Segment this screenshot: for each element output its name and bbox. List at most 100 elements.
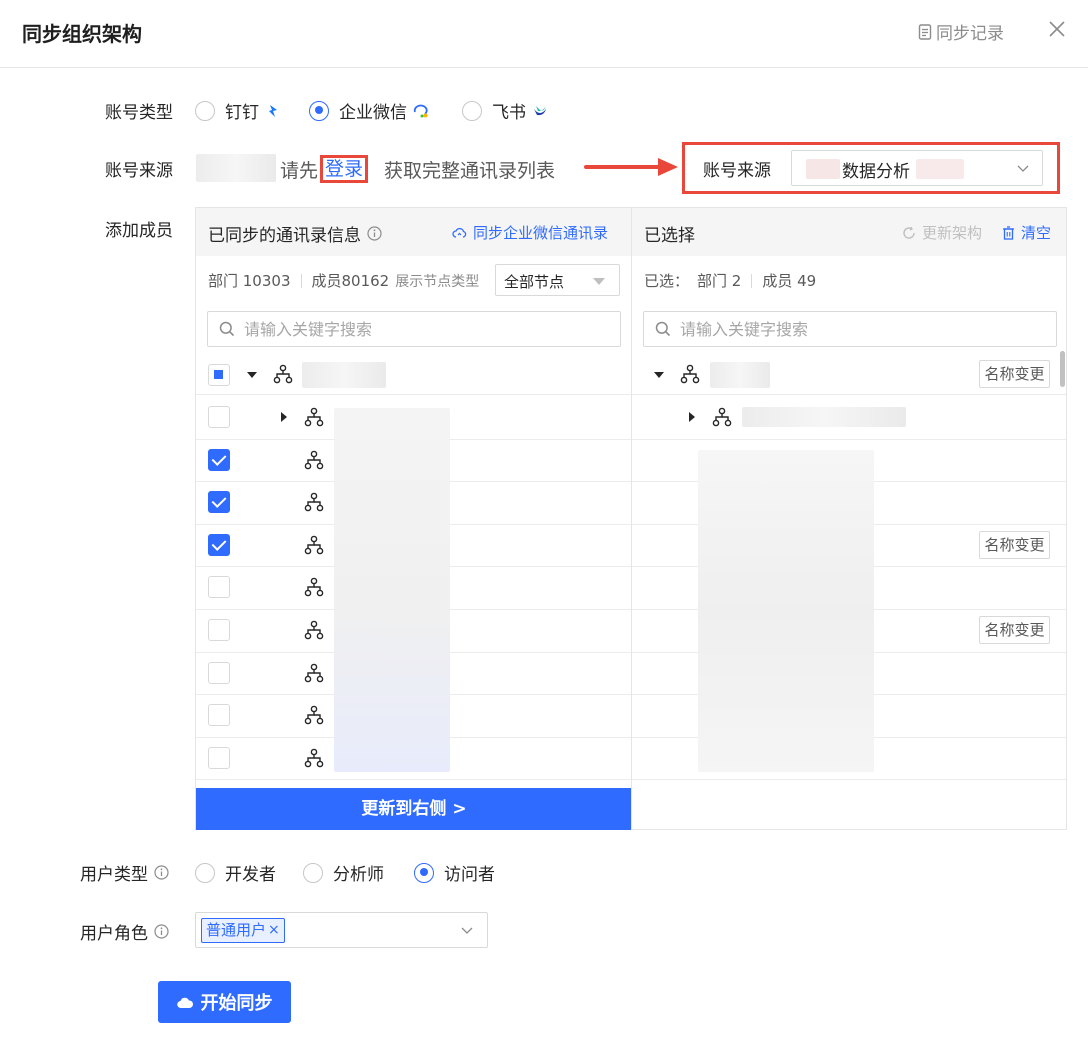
synced-contacts-panel: 已同步的通讯录信息 同步企业微信通讯录 部门 10303 成员80162 展示节… xyxy=(195,207,632,830)
login-link[interactable]: 登录 xyxy=(320,155,369,183)
left-search xyxy=(207,311,621,347)
member-checkbox[interactable] xyxy=(208,406,230,428)
right-search xyxy=(643,311,1057,347)
sync-wecom-contacts-button[interactable]: 同步企业微信通讯录 xyxy=(452,222,608,243)
member-checkbox[interactable] xyxy=(208,576,230,599)
org-icon xyxy=(304,748,324,768)
panel-title-text: 已选择 xyxy=(644,226,695,246)
org-icon xyxy=(304,620,324,640)
right-search-input[interactable] xyxy=(680,312,1040,346)
user-role-label-text: 用户角色 xyxy=(80,924,148,944)
left-stats: 部门 10303 成员80162 展示节点类型 xyxy=(208,270,479,291)
radio-developer[interactable]: 开发者 xyxy=(195,860,276,885)
radio-label: 分析师 xyxy=(333,865,384,885)
update-to-right-button[interactable]: 更新到右侧 > xyxy=(196,788,632,830)
member-checkbox[interactable] xyxy=(208,704,230,727)
info-icon[interactable] xyxy=(154,865,169,880)
add-members-label: 添加成员 xyxy=(105,221,173,241)
callout-label: 账号来源 xyxy=(703,161,771,181)
user-type-label-text: 用户类型 xyxy=(80,865,148,885)
feishu-icon xyxy=(534,105,546,115)
node-type-select[interactable]: 全部节点 xyxy=(495,264,620,296)
member-count: 成员80162 xyxy=(311,272,390,290)
radio-feishu[interactable]: 飞书 xyxy=(462,98,548,123)
member-checkbox[interactable] xyxy=(208,491,230,514)
sync-action-label: 同步企业微信通讯录 xyxy=(473,224,609,242)
search-icon xyxy=(655,321,671,337)
member-checkbox[interactable] xyxy=(208,619,230,641)
panel-header: 已选择 更新架构 清空 xyxy=(632,208,1066,256)
radio-visitor[interactable]: 访问者 xyxy=(414,860,495,885)
expand-icon[interactable] xyxy=(689,412,695,422)
login-hint: 请先 登录 获取完整通讯录列表 xyxy=(280,155,555,183)
tag-remove-icon[interactable]: × xyxy=(268,919,280,942)
divider xyxy=(196,394,631,395)
role-tag-label: 普通用户 xyxy=(206,921,267,939)
callout-arrow xyxy=(584,158,678,176)
info-icon[interactable] xyxy=(154,924,169,939)
org-icon xyxy=(304,663,324,682)
node-type-value: 全部节点 xyxy=(504,273,565,291)
info-icon[interactable] xyxy=(367,226,382,241)
panel-title-text: 已同步的通讯录信息 xyxy=(208,226,361,246)
redacted-suffix xyxy=(916,159,964,179)
dialog-title: 同步组织架构 xyxy=(22,22,142,46)
radio-label: 飞书 xyxy=(492,103,526,123)
clear-button[interactable]: 清空 xyxy=(1002,222,1051,243)
sync-record-link[interactable]: 同步记录 xyxy=(918,19,1004,44)
root-checkbox[interactable] xyxy=(208,364,230,386)
member-checkbox[interactable] xyxy=(208,746,230,769)
close-icon[interactable] xyxy=(1046,18,1068,40)
wecom-icon xyxy=(413,104,428,117)
account-source-select[interactable]: 数据分析 xyxy=(791,150,1043,186)
member-checkbox[interactable] xyxy=(208,533,230,556)
rename-button[interactable]: 名称变更 xyxy=(979,531,1050,559)
radio-circle xyxy=(462,100,482,121)
org-icon xyxy=(680,364,700,384)
selected-panel: 已选择 更新架构 清空 已选： 部门 2 成员 49 名称变更 名称变更 名称变… xyxy=(631,207,1067,830)
dialog-header: 同步组织架构 同步记录 xyxy=(0,0,1088,68)
chevron-down-icon xyxy=(1017,165,1029,172)
redacted-member-names xyxy=(334,408,450,772)
dingtalk-icon xyxy=(269,104,277,117)
document-icon xyxy=(918,23,932,40)
panel-title: 已选择 xyxy=(644,221,695,246)
account-type-label: 账号类型 xyxy=(105,103,173,123)
cloud-icon xyxy=(176,997,193,1008)
collapse-icon[interactable] xyxy=(654,372,664,378)
divider xyxy=(632,438,1066,440)
member-checkbox[interactable] xyxy=(208,448,230,471)
redacted-org-name xyxy=(196,154,276,182)
org-icon xyxy=(304,705,324,725)
clear-label: 清空 xyxy=(1021,224,1052,242)
refresh-structure-button[interactable]: 更新架构 xyxy=(902,222,982,243)
left-search-input[interactable] xyxy=(244,312,604,346)
redacted-root-name xyxy=(302,362,386,388)
panel-title: 已同步的通讯录信息 xyxy=(208,221,382,246)
user-role-label: 用户角色 xyxy=(80,919,169,944)
redacted-prefix xyxy=(806,159,840,179)
member-checkbox[interactable] xyxy=(208,661,230,684)
rename-button[interactable]: 名称变更 xyxy=(979,360,1050,388)
scrollbar-thumb[interactable] xyxy=(1060,351,1065,387)
start-sync-button[interactable]: 开始同步 xyxy=(158,981,291,1023)
rename-button[interactable]: 名称变更 xyxy=(979,616,1050,644)
org-icon xyxy=(304,535,324,555)
account-source-label: 账号来源 xyxy=(105,161,173,181)
user-role-select[interactable]: 普通用户 × xyxy=(195,912,488,948)
radio-analyst[interactable]: 分析师 xyxy=(303,860,384,885)
radio-label: 开发者 xyxy=(225,865,276,885)
radio-dingtalk[interactable]: 钉钉 xyxy=(195,98,281,123)
divider xyxy=(632,779,1066,781)
collapse-icon[interactable] xyxy=(247,372,257,378)
radio-wecom[interactable]: 企业微信 xyxy=(309,98,429,123)
account-source-callout: 账号来源 数据分析 xyxy=(682,142,1060,194)
expand-icon[interactable] xyxy=(281,412,287,422)
redacted-selected-names xyxy=(698,450,874,772)
org-icon xyxy=(304,492,324,512)
search-icon xyxy=(219,321,235,337)
chevron-down-icon xyxy=(461,927,473,934)
radio-circle xyxy=(195,100,215,121)
dept-count: 部门 10303 xyxy=(208,272,291,290)
selected-prefix: 已选： xyxy=(644,272,690,290)
